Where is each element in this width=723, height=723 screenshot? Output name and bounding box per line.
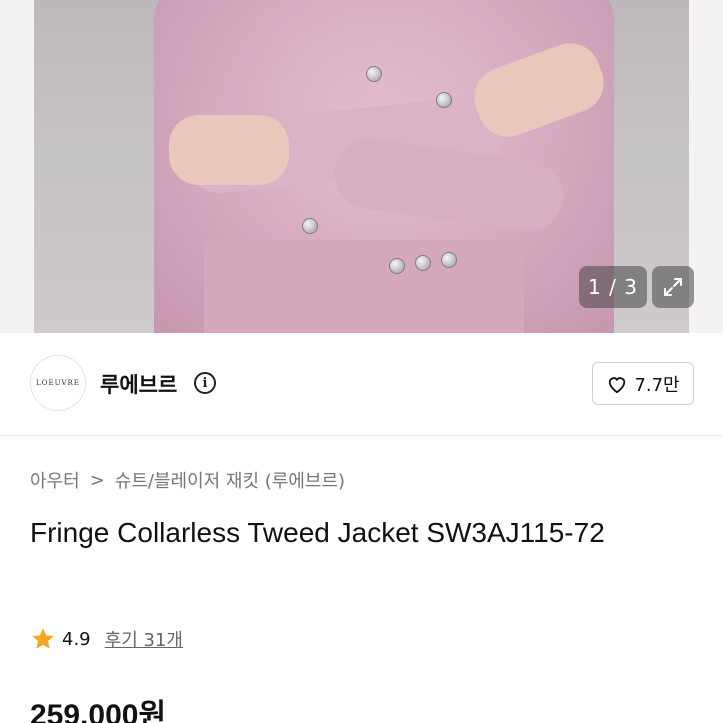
info-icon[interactable]: i [194, 372, 216, 394]
expand-icon [664, 278, 682, 296]
review-link[interactable]: 후기 31개 [105, 626, 183, 652]
expand-button[interactable] [652, 266, 694, 308]
product-title: Fringe Collarless Tweed Jacket SW3AJ115-… [30, 517, 605, 548]
jacket-button [366, 66, 382, 82]
image-counter: 1 / 3 [579, 266, 647, 308]
like-button[interactable]: 7.7만 [592, 362, 694, 405]
seller-name[interactable]: 루에브르 [100, 369, 177, 399]
dress-shape [204, 240, 524, 333]
breadcrumb: 아우터 > 슈트/블레이저 재킷 (루에브르) [30, 467, 345, 493]
seller-logo-text: LOEUVRE [36, 379, 80, 387]
product-price: 259,000원 [30, 699, 167, 723]
jacket-button [441, 252, 457, 268]
rating-score: 4.9 [62, 628, 91, 650]
jacket-button [436, 92, 452, 108]
jacket-button [302, 218, 318, 234]
star-icon [32, 628, 54, 649]
heart-icon [609, 376, 626, 393]
seller-logo[interactable]: LOEUVRE [30, 355, 86, 411]
breadcrumb-item[interactable]: 슈트/블레이저 재킷 (루에브르) [115, 467, 345, 493]
seller-row: LOEUVRE 루에브르 i 7.7만 [0, 333, 723, 436]
hand-shape [169, 115, 289, 185]
product-image-gallery[interactable]: 1 / 3 [0, 0, 723, 333]
jacket-button [389, 258, 405, 274]
jacket-button [415, 255, 431, 271]
rating-row: 4.9 후기 31개 [30, 626, 183, 652]
like-count: 7.7만 [634, 374, 680, 396]
breadcrumb-item[interactable]: 아우터 [30, 467, 80, 493]
breadcrumb-separator: > [89, 469, 105, 491]
